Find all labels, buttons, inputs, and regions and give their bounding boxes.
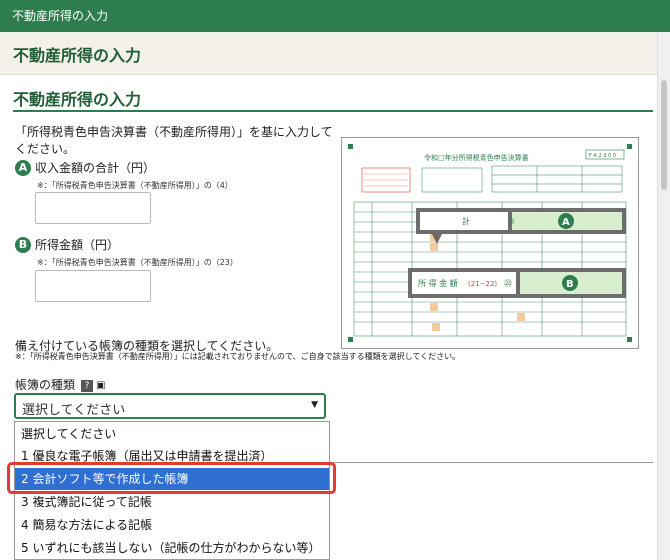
dropdown-option[interactable]: 選択してください [15,423,329,445]
tax-form-illustration: 令和□年分所得税青色申告決算書 F A 2 3 0 0 計 ④ A 所 得 金 … [348,144,632,342]
highlight-frame [7,462,336,494]
callout-a-label: 計 [462,216,470,226]
callout-b-num: ㉓ [504,279,512,288]
field-b-label-text: 所得金額（円） [35,238,120,252]
callout-b-sub: (21−22) [468,280,497,288]
field-b-label: B 所得金額（円） [15,236,119,253]
form-code: F A 2 3 0 0 [589,153,616,159]
vertical-scrollbar[interactable] [657,32,670,560]
scrollbar-thumb[interactable] [661,80,667,190]
field-a-note: ※：「所得税青色申告決算書（不動産所得用）」の（4） [37,181,233,190]
help-icon[interactable]: ? [81,379,94,392]
books-label: 帳簿の種類? ▣ [15,376,105,393]
top-bar-title: 不動産所得の入力 [12,9,109,23]
income-amount-input[interactable] [35,270,151,302]
books-type-selected: 選択してください [22,403,126,418]
dropdown-option[interactable]: 4 簡易な方法による記帳 [15,514,329,536]
field-a-label: A 収入金額の合計（円） [15,159,155,176]
section-divider [13,110,653,112]
books-type-select[interactable]: 選択してください ▼ [14,393,326,419]
intro-text: 「所得税青色申告決算書（不動産所得用）」を基に入力してください。 [15,125,333,156]
book-icon[interactable]: ▣ [96,380,105,391]
chevron-down-icon: ▼ [311,400,318,410]
tax-form-image: 令和□年分所得税青色申告決算書 F A 2 3 0 0 計 ④ A 所 得 金 … [341,137,639,349]
page-header: 不動産所得の入力 [0,32,658,75]
dropdown-option[interactable]: 3 複式簿記に従って記帳 [15,491,329,513]
field-a-label-text: 収入金額の合計（円） [35,161,156,175]
top-bar: 不動産所得の入力 [0,0,670,32]
form-title: 令和□年分所得税青色申告決算書 [424,153,529,162]
callout-b-badge: B [566,279,574,290]
page-title: 不動産所得の入力 [13,46,142,65]
books-label-text: 帳簿の種類 [15,378,76,392]
callout-a-num: ④ [508,217,515,226]
income-total-input[interactable] [35,192,151,224]
badge-a: A [15,159,31,176]
field-b-note: ※：「所得税青色申告決算書（不動産所得用）」の（23） [37,258,238,267]
dropdown-option[interactable]: 5 いずれにも該当しない（記帳の仕方がわからない等） [15,537,329,559]
callout-a-badge: A [562,217,570,228]
callout-b-label: 所 得 金 額 [418,278,458,288]
badge-b: B [15,236,31,253]
books-note: ※：「所得税青色申告決算書（不動産所得用）」には記載されておりませんので、ご自身… [15,352,461,361]
divider-line [330,462,653,463]
section-title: 不動産所得の入力 [13,90,142,109]
